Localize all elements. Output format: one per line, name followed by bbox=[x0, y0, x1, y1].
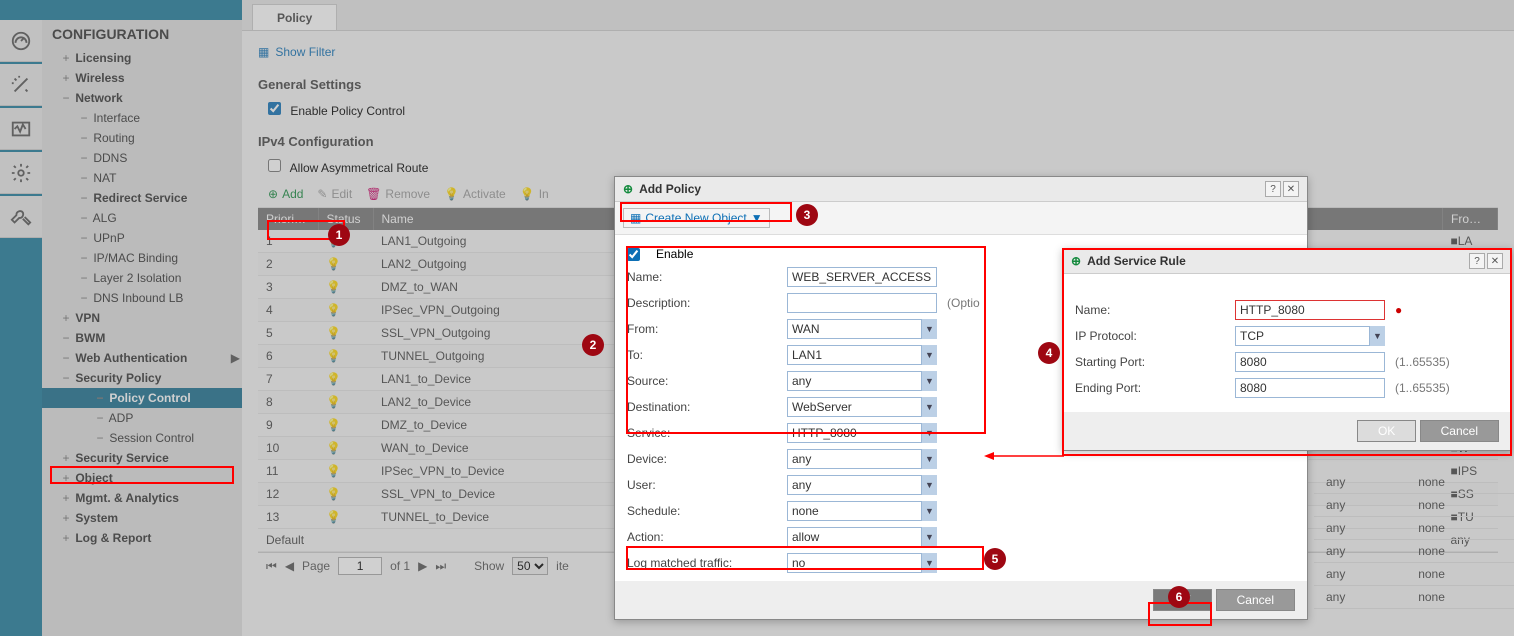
lbl-device: Device: bbox=[627, 452, 777, 466]
create-new-object-label: Create New Object bbox=[645, 211, 746, 225]
add-service-title: Add Service Rule bbox=[1087, 254, 1186, 268]
lbl-service: Service: bbox=[627, 426, 777, 440]
lbl-dest: Destination: bbox=[627, 400, 777, 414]
service-select[interactable]: HTTP_8080▼ bbox=[787, 423, 937, 443]
action-select[interactable]: allow▼ bbox=[787, 527, 937, 547]
error-icon: ● bbox=[1395, 303, 1402, 317]
lbl-action: Action: bbox=[627, 530, 777, 544]
from-select[interactable]: WAN▼ bbox=[787, 319, 937, 339]
dest-select[interactable]: WebServer▼ bbox=[787, 397, 937, 417]
enable-checkbox[interactable] bbox=[627, 248, 640, 261]
source-select[interactable]: any▼ bbox=[787, 371, 937, 391]
lbl-desc: Description: bbox=[627, 296, 777, 310]
callout-6: 6 bbox=[1168, 586, 1190, 608]
help-icon[interactable]: ? bbox=[1469, 253, 1485, 269]
svc-start-input[interactable] bbox=[1235, 352, 1385, 372]
schedule-select[interactable]: none▼ bbox=[787, 501, 937, 521]
svc-lbl-end: Ending Port: bbox=[1075, 381, 1225, 395]
svc-ok-button[interactable]: OK bbox=[1357, 420, 1416, 442]
svc-proto-select[interactable]: TCP▼ bbox=[1235, 326, 1385, 346]
add-service-titlebar: ⊕ Add Service Rule ? ✕ bbox=[1063, 249, 1511, 274]
svc-lbl-start: Starting Port: bbox=[1075, 355, 1225, 369]
device-select[interactable]: any▼ bbox=[787, 449, 937, 469]
add-service-dialog: ⊕ Add Service Rule ? ✕ Name: ● IP Protoc… bbox=[1062, 248, 1512, 451]
add-policy-titlebar: ⊕ Add Policy ? ✕ bbox=[615, 177, 1307, 202]
callout-3: 3 bbox=[796, 204, 818, 226]
callout-2: 2 bbox=[582, 334, 604, 356]
policy-desc-input[interactable] bbox=[787, 293, 937, 313]
log-select[interactable]: no▼ bbox=[787, 553, 937, 573]
desc-note: (Optio bbox=[947, 296, 980, 310]
svc-lbl-proto: IP Protocol: bbox=[1075, 329, 1225, 343]
add-service-body: Name: ● IP Protocol: TCP▼ Starting Port:… bbox=[1063, 274, 1511, 450]
svc-lbl-name: Name: bbox=[1075, 303, 1225, 317]
close-icon[interactable]: ✕ bbox=[1487, 253, 1503, 269]
add-policy-title: Add Policy bbox=[639, 182, 701, 196]
create-new-object-button[interactable]: ▦ Create New Object ▼ bbox=[623, 208, 770, 228]
svc-end-hint: (1..65535) bbox=[1395, 381, 1450, 395]
user-select[interactable]: any▼ bbox=[787, 475, 937, 495]
lbl-to: To: bbox=[627, 348, 777, 362]
lbl-name: Name: bbox=[627, 270, 777, 284]
lbl-from: From: bbox=[627, 322, 777, 336]
plus-circle-icon: ⊕ bbox=[1071, 254, 1081, 268]
svc-end-input[interactable] bbox=[1235, 378, 1385, 398]
add-policy-toolbar: ▦ Create New Object ▼ bbox=[615, 202, 1307, 235]
chevron-down-icon: ▼ bbox=[751, 211, 763, 225]
grid-icon: ▦ bbox=[630, 211, 641, 225]
help-icon[interactable]: ? bbox=[1265, 181, 1281, 197]
callout-1: 1 bbox=[328, 224, 350, 246]
red-arrow bbox=[984, 450, 1064, 462]
svc-start-hint: (1..65535) bbox=[1395, 355, 1450, 369]
close-icon[interactable]: ✕ bbox=[1283, 181, 1299, 197]
callout-5: 5 bbox=[984, 548, 1006, 570]
policy-name-input[interactable] bbox=[787, 267, 937, 287]
enable-label: Enable bbox=[656, 247, 693, 261]
policy-cancel-button[interactable]: Cancel bbox=[1216, 589, 1295, 611]
callout-4: 4 bbox=[1038, 342, 1060, 364]
lbl-user: User: bbox=[627, 478, 777, 492]
svc-cancel-button[interactable]: Cancel bbox=[1420, 420, 1499, 442]
lbl-schedule: Schedule: bbox=[627, 504, 777, 518]
lbl-source: Source: bbox=[627, 374, 777, 388]
lbl-log: Log matched traffic: bbox=[627, 556, 777, 570]
plus-circle-icon: ⊕ bbox=[623, 182, 633, 196]
svc-name-input[interactable] bbox=[1235, 300, 1385, 320]
to-select[interactable]: LAN1▼ bbox=[787, 345, 937, 365]
